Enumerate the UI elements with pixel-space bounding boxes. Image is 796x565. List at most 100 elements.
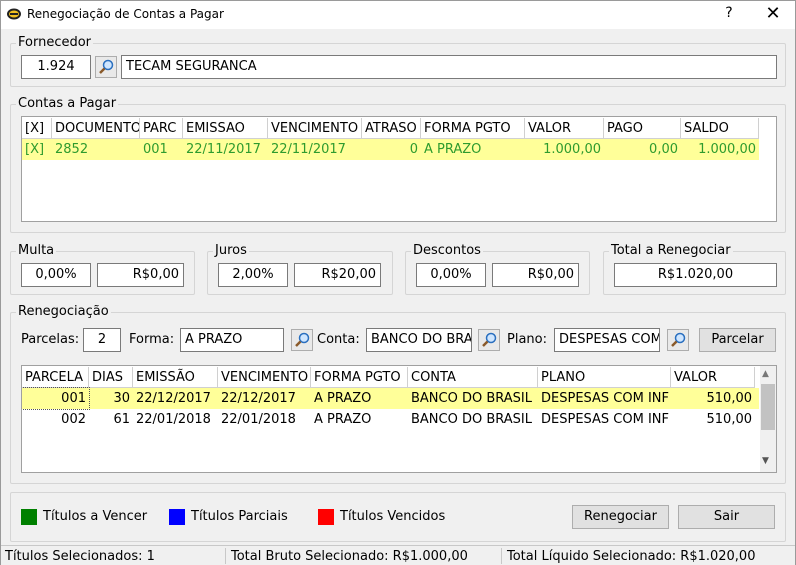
column-header[interactable]: [X] [22,118,52,139]
window: Renegociação de Contas a Pagar ? ✕ Forne… [0,0,796,565]
renegociar-button[interactable]: Renegociar [572,505,669,529]
table-cell: 1.000,00 [698,142,756,157]
total-legend: Total a Renegociar [609,243,733,258]
table-cell: BANCO DO BRASIL [411,391,532,406]
table-cell: 22/12/2017 [221,391,296,406]
column-header[interactable]: FORMA PGTO [311,367,408,388]
column-header[interactable]: PARCELA [22,367,89,388]
column-header[interactable]: EMISSAO [183,118,268,139]
chevron-down-icon[interactable]: ▼ [762,456,769,466]
chevron-up-icon[interactable]: ▲ [762,369,769,379]
table-cell: A PRAZO [424,142,482,157]
table-cell: 510,00 [706,391,753,406]
plano-label: Plano: [507,332,547,347]
parcelas-grid[interactable]: PARCELA DIAS EMISSÃO VENCIMENTO FORMA PGTO CO… [21,365,777,473]
column-header[interactable]: PAGO [604,118,681,139]
table-cell: 2852 [55,142,89,157]
multa-percent-field[interactable]: 0,00% [21,263,91,287]
table-cell: 0 [409,142,418,157]
descontos-legend: Descontos [411,243,483,258]
conta-lookup-button[interactable] [478,329,500,351]
magnifier-icon [295,332,310,347]
multa-legend: Multa [16,243,57,258]
column-header[interactable]: DIAS [89,367,133,388]
supplier-name-field[interactable]: TECAM SEGURANCA [121,55,777,79]
contas-legend: Contas a Pagar [16,96,119,111]
fornecedor-legend: Fornecedor [16,35,94,50]
scrollbar-thumb[interactable] [761,384,775,430]
column-header[interactable]: FORMA PGTO [421,118,525,139]
close-button[interactable]: ✕ [761,3,785,24]
status-bar: Títulos Selecionados: 1 Total Bruto Sele… [1,545,795,565]
table-cell: 510,00 [706,412,753,427]
column-header[interactable]: DOCUMENTO [52,118,140,139]
table-cell: 61 [113,412,130,427]
forma-field[interactable]: A PRAZO [180,328,284,352]
magnifier-icon [99,59,114,74]
table-cell: DESPESAS COM INF [541,412,669,427]
contas-grid[interactable]: [X] DOCUMENTO PARC EMISSAO VENCIMENTO ATRASO F… [21,116,777,222]
table-cell: 0,00 [649,142,678,157]
vertical-scrollbar[interactable]: ▲ ▼ [760,366,776,472]
magnifier-icon [671,332,686,347]
column-header[interactable]: CONTA [408,367,538,388]
juros-percent-field[interactable]: 2,00% [218,263,288,287]
juros-legend: Juros [213,243,249,258]
window-title: Renegociação de Contas a Pagar [27,7,224,21]
status-divider [225,548,226,564]
table-cell: DESPESAS COM INF [541,391,669,406]
status-selecionados: Títulos Selecionados: 1 [5,549,155,564]
table-cell: [X] [25,142,45,157]
column-header[interactable]: VALOR [525,118,604,139]
descontos-value-field[interactable]: R$0,00 [492,263,579,287]
column-header[interactable]: PLANO [538,367,671,388]
legend-swatch [169,509,185,525]
table-cell: 001 [22,387,90,410]
parcelar-button[interactable]: Parcelar [699,328,776,352]
table-cell: A PRAZO [314,391,372,406]
multa-value-field[interactable]: R$0,00 [97,263,184,287]
help-button[interactable]: ? [721,5,737,21]
legend-label: Títulos a Vencer [43,509,148,524]
plano-lookup-button[interactable] [667,329,689,351]
table-cell: 30 [113,391,130,406]
forma-label: Forma: [129,332,175,347]
column-header[interactable]: VENCIMENTO [218,367,311,388]
conta-field[interactable]: BANCO DO BRA [366,328,472,352]
table-cell: 001 [143,142,168,157]
supplier-code-field[interactable]: 1.924 [21,55,91,79]
reneg-legend: Renegociação [16,304,111,319]
column-header[interactable]: VALOR [671,367,755,388]
supplier-lookup-button[interactable] [95,56,117,78]
table-cell: A PRAZO [314,412,372,427]
table-cell: 1.000,00 [543,142,601,157]
legend-label: Títulos Vencidos [340,509,446,524]
table-cell: 22/11/2017 [186,142,261,157]
status-bruto: Total Bruto Selecionado: R$1.000,00 [231,549,468,564]
table-cell: 22/01/2018 [221,412,296,427]
parcelas-field[interactable]: 2 [83,328,121,352]
table-cell: 22/11/2017 [271,142,346,157]
table-cell: 002 [61,412,86,427]
legend-swatch [318,509,334,525]
column-header[interactable]: SALDO [681,118,759,139]
descontos-percent-field[interactable]: 0,00% [416,263,486,287]
total-value-field: R$1.020,00 [614,263,777,287]
column-header[interactable]: VENCIMENTO [268,118,362,139]
legend-swatch [21,509,37,525]
table-cell: 22/01/2018 [136,412,211,427]
column-header[interactable]: PARC [140,118,183,139]
parcelas-label: Parcelas: [21,332,80,347]
table-cell: BANCO DO BRASIL [411,412,532,427]
juros-value-field[interactable]: R$20,00 [294,263,381,287]
legend-label: Títulos Parciais [191,509,288,524]
column-header[interactable]: ATRASO [362,118,421,139]
sair-button[interactable]: Sair [678,505,775,529]
table-cell: 22/12/2017 [136,391,211,406]
status-divider [501,548,502,564]
forma-lookup-button[interactable] [291,329,313,351]
column-header[interactable]: EMISSÃO [133,367,218,388]
plano-field[interactable]: DESPESAS COM [554,328,660,352]
title-bar: Renegociação de Contas a Pagar ? ✕ [1,1,795,29]
app-logo-icon [7,8,21,20]
